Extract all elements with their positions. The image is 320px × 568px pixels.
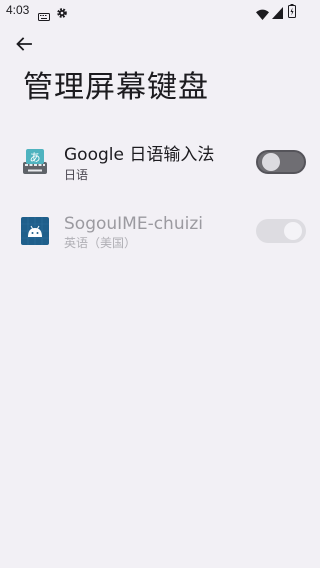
enable-toggle-sogou [256,219,306,243]
keyboard-name: Google 日语输入法 [64,145,215,165]
status-bar: 4:03 [0,0,320,22]
page-title: 管理屏幕键盘 [23,70,209,105]
keyboard-icon [38,6,50,21]
keyboard-row-google-japanese[interactable]: あ Google 日语输入法 日语 [0,140,320,200]
google-japanese-ime-icon: あ [21,148,49,176]
svg-text:あ: あ [30,151,41,164]
back-button[interactable] [10,32,38,60]
keyboard-language: 日语 [64,168,89,182]
enable-toggle-google-japanese[interactable] [256,150,306,174]
toggle-knob [284,222,302,240]
android-app-icon [21,217,49,245]
signal-icon [272,4,283,19]
keyboard-language: 英语（美国） [64,236,137,250]
toggle-knob [262,153,280,171]
status-time: 4:03 [6,3,30,17]
gear-icon [56,4,68,18]
arrow-back-icon [15,35,33,57]
keyboard-row-sogou: SogouIME-chuizi 英语（美国） [0,207,320,267]
battery-icon [288,3,296,18]
wifi-icon [256,5,269,20]
keyboard-name: SogouIME-chuizi [64,214,203,234]
